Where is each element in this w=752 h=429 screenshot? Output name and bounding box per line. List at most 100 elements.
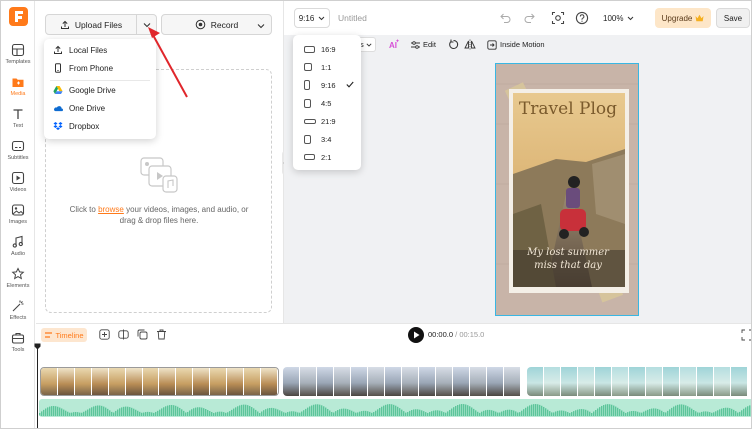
clip-thumbnail xyxy=(595,367,611,396)
rotate-icon[interactable] xyxy=(448,39,459,50)
redo-icon[interactable] xyxy=(524,13,535,23)
sidebar-item-audio[interactable]: Audio xyxy=(1,233,35,263)
play-button[interactable] xyxy=(408,327,424,343)
waveform-bar xyxy=(661,410,663,416)
sidebar-item-media[interactable]: Media xyxy=(1,73,35,103)
waveform-bar xyxy=(317,404,319,416)
sidebar-item-elements[interactable]: Elements xyxy=(1,265,35,295)
sidebar-item-templates[interactable]: Templates xyxy=(1,41,35,71)
delete-icon[interactable] xyxy=(156,329,167,340)
menu-item-from-phone[interactable]: From Phone xyxy=(53,61,113,75)
waveform-bar xyxy=(733,409,735,416)
timeline-toggle[interactable]: Timeline xyxy=(41,328,87,342)
clip-thumbnail xyxy=(210,368,227,395)
duplicate-icon[interactable] xyxy=(137,329,148,340)
screenshot-icon[interactable] xyxy=(551,11,565,25)
save-button[interactable]: Save xyxy=(716,8,750,28)
menu-item-google-drive[interactable]: Google Drive xyxy=(53,83,116,97)
fit-timeline-icon[interactable] xyxy=(741,329,752,341)
timecode: 00:00.0 / 00:15.0 xyxy=(428,330,484,339)
clip-video-3[interactable] xyxy=(527,367,751,396)
waveform-bar xyxy=(545,408,547,416)
waveform-bar xyxy=(335,411,337,416)
waveform-bar xyxy=(241,404,243,416)
waveform-bar xyxy=(347,409,349,416)
menu-item-local-files[interactable]: Local Files xyxy=(53,43,107,57)
waveform-bar xyxy=(465,404,467,416)
sidebar-item-images[interactable]: Images xyxy=(1,201,35,231)
sidebar-item-text[interactable]: Text xyxy=(1,105,35,135)
split-icon[interactable] xyxy=(118,329,129,340)
menu-item-one-drive[interactable]: One Drive xyxy=(53,101,105,115)
waveform-bar xyxy=(205,409,207,416)
zoom-select[interactable]: 100% xyxy=(603,11,634,25)
ratio-option-4-5[interactable]: 4:5 xyxy=(304,97,331,109)
menu-item-dropbox[interactable]: Dropbox xyxy=(53,119,99,133)
sidebar-item-tools[interactable]: Tools xyxy=(1,329,35,359)
waveform-bar xyxy=(173,405,175,416)
ratio-option-16-9[interactable]: 16:9 xyxy=(304,43,336,55)
ai-icon[interactable]: AI xyxy=(388,38,400,50)
ratio-option-21-9[interactable]: 21:9 xyxy=(304,115,336,127)
waveform-bar xyxy=(233,408,235,416)
ratio-option-2-1[interactable]: 2:1 xyxy=(304,151,331,163)
waveform-bar xyxy=(495,411,497,416)
aspect-ratio-select[interactable]: 9:16 xyxy=(294,8,330,28)
waveform-bar xyxy=(385,404,387,416)
clip-travel-image[interactable] xyxy=(40,367,279,396)
edit-button[interactable]: Edit xyxy=(410,37,436,52)
waveform-bar xyxy=(527,406,529,416)
waveform-bar xyxy=(625,412,627,416)
waveform-bar xyxy=(215,412,217,416)
video-canvas[interactable]: Travel Plog My lost summer miss that day xyxy=(495,63,639,316)
waveform-bar xyxy=(675,405,677,416)
canvas-title-text[interactable]: Travel Plog xyxy=(506,99,630,119)
waveform-bar xyxy=(519,412,521,416)
project-title[interactable]: Untitled xyxy=(338,13,367,23)
upgrade-button[interactable]: Upgrade xyxy=(655,8,711,28)
clip-thumbnail xyxy=(260,368,277,395)
canvas-caption[interactable]: My lost summer miss that day xyxy=(516,246,620,272)
playhead-handle-icon[interactable] xyxy=(34,343,41,350)
waveform-bar xyxy=(283,412,285,416)
app-logo[interactable] xyxy=(9,7,28,26)
waveform-bar xyxy=(637,411,639,416)
browse-link[interactable]: browse xyxy=(98,205,124,214)
waveform-bar xyxy=(679,404,681,416)
ratio-option-3-4[interactable]: 3:4 xyxy=(304,133,331,145)
add-clip-icon[interactable] xyxy=(99,329,110,340)
undo-icon[interactable] xyxy=(500,13,511,23)
waveform-bar xyxy=(505,410,507,416)
waveform-bar xyxy=(707,411,709,416)
upload-files-button[interactable]: Upload Files xyxy=(45,14,137,35)
record-icon xyxy=(195,19,206,30)
waveform-bar xyxy=(593,411,595,416)
clip-thumbnail xyxy=(578,367,594,396)
sidebar-item-videos[interactable]: Videos xyxy=(1,169,35,199)
waveform-bar xyxy=(501,411,503,416)
waveform-bar xyxy=(431,411,433,416)
inside-motion-button[interactable]: Inside Motion xyxy=(487,37,545,52)
sidebar-item-label: Tools xyxy=(11,347,25,353)
clip-video-2[interactable] xyxy=(283,367,526,396)
sidebar-item-subtitles[interactable]: Subtitles xyxy=(1,137,35,167)
waveform-bar xyxy=(297,412,299,416)
waveform-bar xyxy=(649,409,651,416)
ratio-option-9-16[interactable]: 9:16 xyxy=(304,79,354,91)
sidebar-item-effects[interactable]: Effects xyxy=(1,297,35,327)
waveform-bar xyxy=(357,412,359,416)
inside-motion-label: Inside Motion xyxy=(500,40,545,49)
waveform-bar xyxy=(199,407,201,416)
waveform-bar xyxy=(219,411,221,416)
clip-thumbnail xyxy=(436,367,452,396)
filter-select[interactable]: s xyxy=(360,37,376,52)
waveform-bar xyxy=(209,411,211,416)
ratio-option-label: 2:1 xyxy=(321,152,332,162)
ratio-option-1-1[interactable]: 1:1 xyxy=(304,61,331,73)
waveform-bar xyxy=(421,410,423,416)
help-icon[interactable] xyxy=(575,11,589,25)
flip-icon[interactable] xyxy=(464,39,476,50)
audio-track[interactable] xyxy=(39,399,751,417)
waveform-bar xyxy=(61,408,63,416)
playhead[interactable] xyxy=(37,347,38,428)
